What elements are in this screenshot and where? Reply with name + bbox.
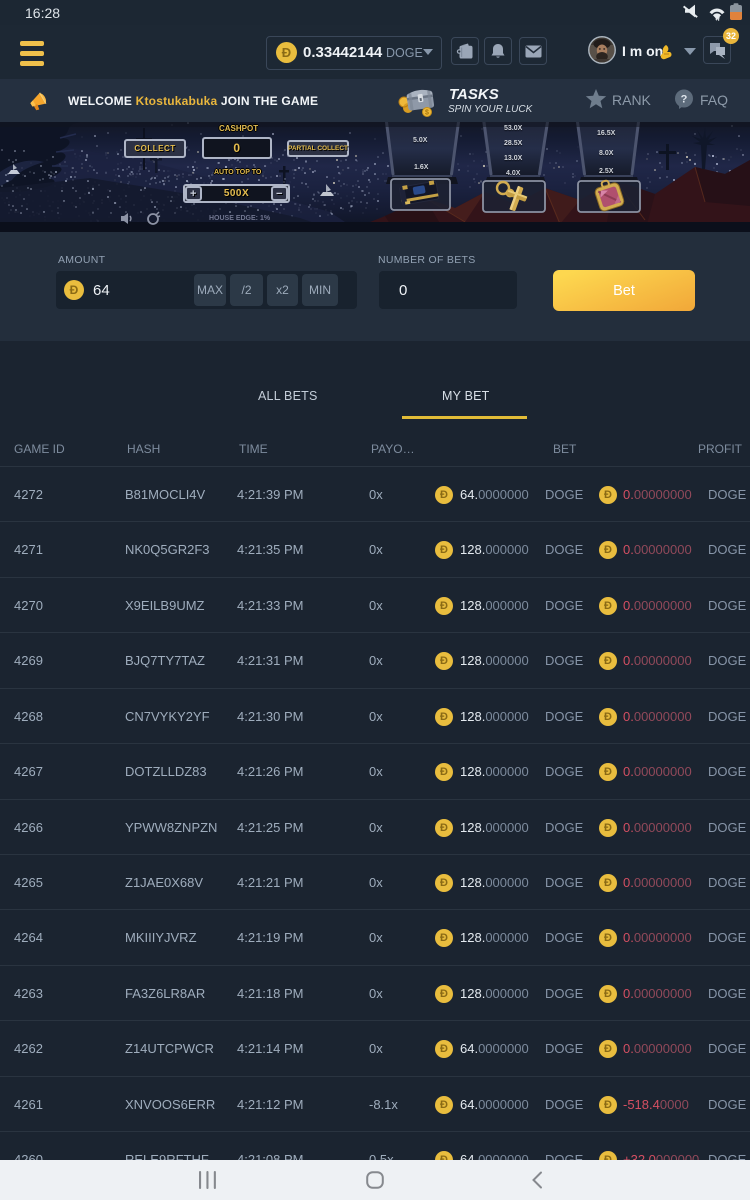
svg-text:?: ? — [681, 94, 688, 106]
svg-text:$: $ — [425, 110, 429, 117]
